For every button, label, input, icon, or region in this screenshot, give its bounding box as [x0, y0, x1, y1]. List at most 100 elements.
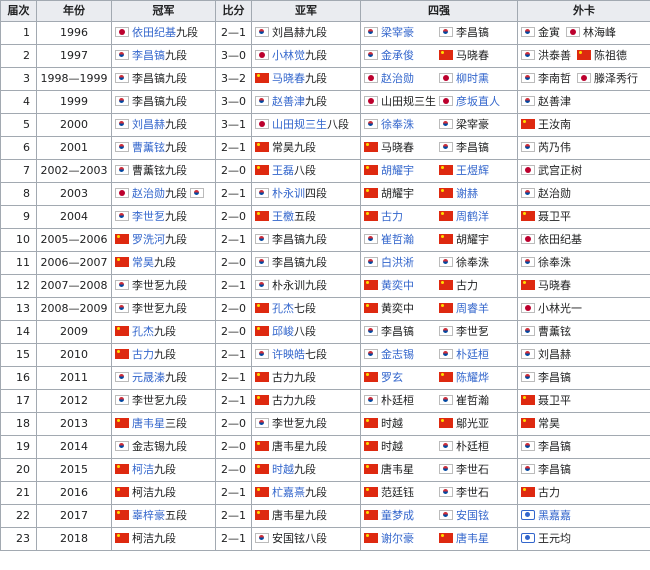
player-link[interactable]: 胡耀宇 — [381, 164, 414, 177]
player-link[interactable]: 黑嘉嘉 — [538, 509, 571, 522]
player-link[interactable]: 赵治勋 — [381, 72, 414, 85]
player-link[interactable]: 柳时熏 — [456, 72, 489, 85]
player-link[interactable]: 安国铉 — [456, 509, 489, 522]
semifinalist: 朴廷桓 — [364, 394, 439, 408]
player-link[interactable]: 刘昌赫 — [132, 118, 165, 131]
runner-up-rank: 九段 — [305, 417, 327, 430]
runner-up-rank: 九段 — [305, 233, 327, 246]
player-link[interactable]: 罗玄 — [381, 371, 403, 384]
flag-kr-icon — [521, 326, 535, 336]
player-link[interactable]: 柯洁 — [132, 463, 154, 476]
player-link[interactable]: 赵善津 — [272, 95, 305, 108]
player-link[interactable]: 常昊 — [132, 256, 154, 269]
player-link[interactable]: 李昌镐 — [132, 49, 165, 62]
player-link[interactable]: 周鹤洋 — [456, 210, 489, 223]
player-link[interactable]: 谢赫 — [456, 187, 478, 200]
flag-kr-icon — [364, 27, 378, 37]
semifinalists-pair: 胡耀宇 王煜辉 — [364, 164, 514, 178]
player-link[interactable]: 金承俊 — [381, 49, 414, 62]
player-link[interactable]: 李世乭 — [132, 210, 165, 223]
score-cell: 2—1 — [215, 228, 252, 252]
flag-kr-icon — [115, 165, 129, 175]
player-link[interactable]: 小林觉 — [272, 49, 305, 62]
player-link[interactable]: 曹薰铉 — [132, 141, 165, 154]
player-link[interactable]: 梁宰豪 — [381, 26, 414, 39]
champion-rank: 九段 — [165, 187, 187, 200]
player-link[interactable]: 彦坂直人 — [456, 95, 500, 108]
runner-up-cell: 唐韦星九段 — [251, 435, 361, 459]
player-link[interactable]: 朴永训 — [272, 187, 305, 200]
player-link[interactable]: 元晟溱 — [132, 371, 165, 384]
player-name: 黄奕中 — [381, 302, 414, 315]
header-wildcard[interactable]: 外卡 — [517, 0, 650, 22]
wildcard-entry: 黑嘉嘉 — [521, 509, 571, 523]
player-link[interactable]: 唐韦星 — [132, 417, 165, 430]
edition-cell: 21 — [0, 481, 37, 505]
player-link[interactable]: 孔杰 — [132, 325, 154, 338]
player-link[interactable]: 古力 — [132, 348, 154, 361]
semifinalists-pair: 时越 朴廷桓 — [364, 440, 514, 454]
player-link[interactable]: 王磊 — [272, 164, 294, 177]
flag-jp-icon — [364, 73, 378, 83]
header-semifinalists[interactable]: 四强 — [360, 0, 518, 22]
player-name: 常昊 — [538, 417, 560, 430]
player-link[interactable]: 杧嘉熹 — [272, 486, 305, 499]
player-link[interactable]: 古力 — [381, 210, 403, 223]
champion-cell: 孔杰九段 — [111, 320, 216, 344]
player-name: 马晓春 — [538, 279, 571, 292]
semifinalist: 王煜辉 — [439, 164, 514, 178]
semifinalists-cell: 范廷钰 李世石 — [360, 481, 518, 505]
player-name: 山田规三生 — [381, 95, 436, 108]
player-link[interactable]: 王檄 — [272, 210, 294, 223]
semifinalists-pair: 徐奉洙 梁宰豪 — [364, 118, 514, 132]
player-link[interactable]: 邱峻 — [272, 325, 294, 338]
semifinalists-pair: 梁宰豪 李昌镐 — [364, 26, 514, 40]
player-link[interactable]: 周睿羊 — [456, 302, 489, 315]
flag-cn-icon — [439, 234, 453, 244]
header-edition[interactable]: 届次 — [0, 0, 37, 22]
player-link[interactable]: 黄奕中 — [381, 279, 414, 292]
header-score[interactable]: 比分 — [215, 0, 252, 22]
player-link[interactable]: 王煜辉 — [456, 164, 489, 177]
header-year[interactable]: 年份 — [36, 0, 112, 22]
player-name: 李昌镐 — [538, 463, 571, 476]
champion-cell: 金志锡九段 — [111, 435, 216, 459]
player-link[interactable]: 依田纪基 — [132, 26, 176, 39]
player-link[interactable]: 罗洗河 — [132, 233, 165, 246]
player-link[interactable]: 陈耀烨 — [456, 371, 489, 384]
semifinalists-pair: 山田规三生 彦坂直人 — [364, 95, 514, 109]
semifinalist: 胡耀宇 — [364, 164, 439, 178]
player-link[interactable]: 山田规三生 — [272, 118, 327, 131]
player-link[interactable]: 白洪淅 — [381, 256, 414, 269]
player-link[interactable]: 徐奉洙 — [381, 118, 414, 131]
runner-up-cell: 古力九段 — [251, 366, 361, 390]
score-cell: 2—1 — [215, 481, 252, 505]
semifinalists-pair: 李昌镐 李世乭 — [364, 325, 514, 339]
player-link[interactable]: 孔杰 — [272, 302, 294, 315]
flag-cn-icon — [364, 418, 378, 428]
player-link[interactable]: 谢尔豪 — [381, 532, 414, 545]
semifinalist: 唐韦星 — [439, 532, 514, 546]
player-link[interactable]: 金志锡 — [381, 348, 414, 361]
flag-cn-icon — [115, 234, 129, 244]
flag-kr-icon — [439, 119, 453, 129]
player-link[interactable]: 童梦成 — [381, 509, 414, 522]
flag-kr-icon — [521, 73, 535, 83]
header-runner-up[interactable]: 亚军 — [251, 0, 361, 22]
player-link[interactable]: 朴廷桓 — [456, 348, 489, 361]
year-cell: 2012 — [36, 389, 112, 413]
player-name: 聂卫平 — [538, 210, 571, 223]
score-cell: 2—0 — [215, 412, 252, 436]
player-link[interactable]: 崔哲瀚 — [381, 233, 414, 246]
player-link[interactable]: 许映皓 — [272, 348, 305, 361]
player-link[interactable]: 辜梓豪 — [132, 509, 165, 522]
wildcard-entry: 王汝南 — [521, 118, 571, 132]
player-link[interactable]: 赵治勋 — [132, 187, 165, 200]
header-champion[interactable]: 冠军 — [111, 0, 216, 22]
flag-cn-icon — [364, 142, 378, 152]
year-cell: 2014 — [36, 435, 112, 459]
player-link[interactable]: 唐韦星 — [456, 532, 489, 545]
player-link[interactable]: 时越 — [272, 463, 294, 476]
player-link[interactable]: 马晓春 — [272, 72, 305, 85]
flag-kr-icon — [521, 188, 535, 198]
